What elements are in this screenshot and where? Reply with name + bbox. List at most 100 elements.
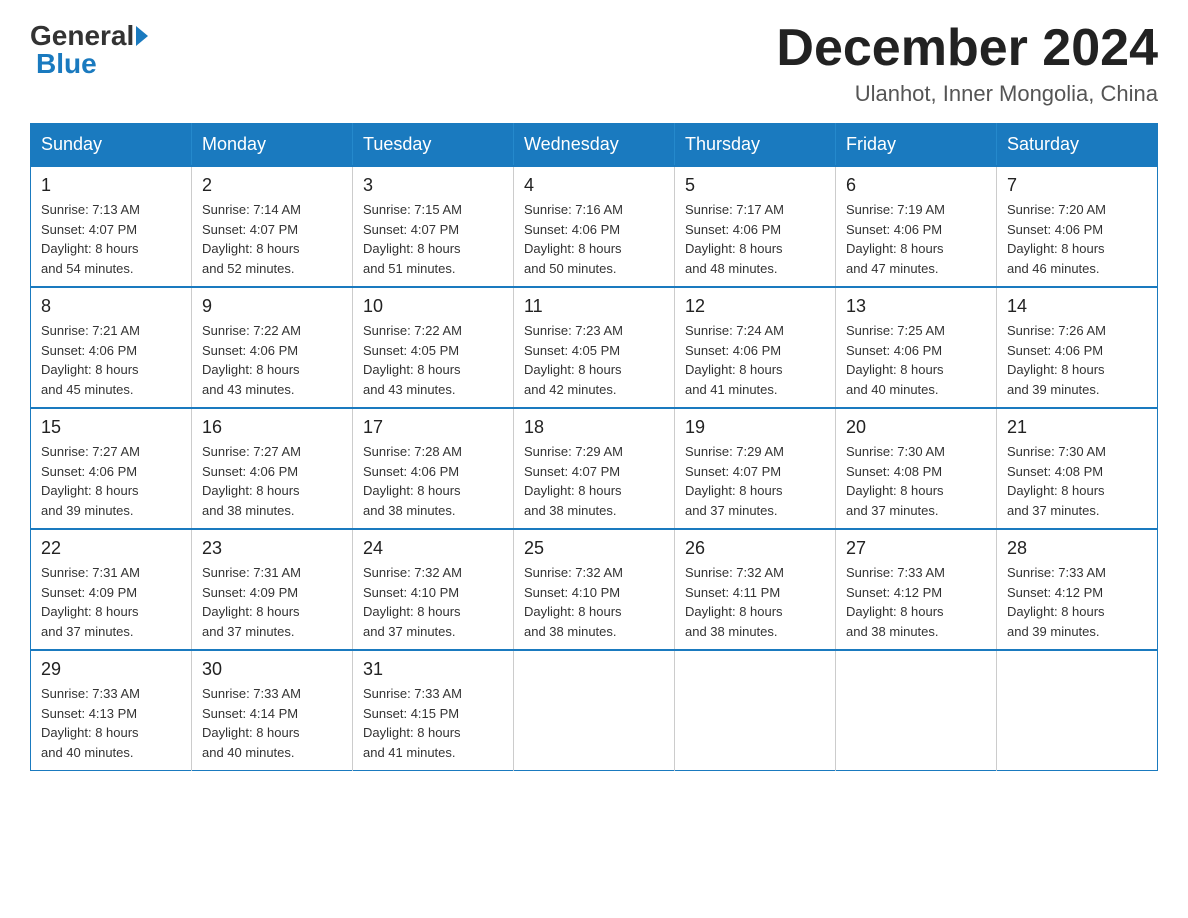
calendar-week-row: 15 Sunrise: 7:27 AMSunset: 4:06 PMDaylig… bbox=[31, 408, 1158, 529]
calendar-cell: 21 Sunrise: 7:30 AMSunset: 4:08 PMDaylig… bbox=[997, 408, 1158, 529]
day-number: 29 bbox=[41, 659, 181, 680]
location-subtitle: Ulanhot, Inner Mongolia, China bbox=[776, 81, 1158, 107]
calendar-cell: 10 Sunrise: 7:22 AMSunset: 4:05 PMDaylig… bbox=[353, 287, 514, 408]
day-info: Sunrise: 7:24 AMSunset: 4:06 PMDaylight:… bbox=[685, 323, 784, 397]
logo-triangle-icon bbox=[136, 26, 148, 46]
weekday-header-tuesday: Tuesday bbox=[353, 124, 514, 167]
calendar-cell: 3 Sunrise: 7:15 AMSunset: 4:07 PMDayligh… bbox=[353, 166, 514, 287]
weekday-header-wednesday: Wednesday bbox=[514, 124, 675, 167]
day-info: Sunrise: 7:19 AMSunset: 4:06 PMDaylight:… bbox=[846, 202, 945, 276]
calendar-cell bbox=[675, 650, 836, 771]
day-number: 28 bbox=[1007, 538, 1147, 559]
day-info: Sunrise: 7:26 AMSunset: 4:06 PMDaylight:… bbox=[1007, 323, 1106, 397]
day-info: Sunrise: 7:32 AMSunset: 4:11 PMDaylight:… bbox=[685, 565, 784, 639]
day-number: 17 bbox=[363, 417, 503, 438]
calendar-cell: 13 Sunrise: 7:25 AMSunset: 4:06 PMDaylig… bbox=[836, 287, 997, 408]
calendar-cell: 15 Sunrise: 7:27 AMSunset: 4:06 PMDaylig… bbox=[31, 408, 192, 529]
day-number: 19 bbox=[685, 417, 825, 438]
day-number: 11 bbox=[524, 296, 664, 317]
day-info: Sunrise: 7:17 AMSunset: 4:06 PMDaylight:… bbox=[685, 202, 784, 276]
day-number: 25 bbox=[524, 538, 664, 559]
day-info: Sunrise: 7:33 AMSunset: 4:12 PMDaylight:… bbox=[846, 565, 945, 639]
calendar-cell: 9 Sunrise: 7:22 AMSunset: 4:06 PMDayligh… bbox=[192, 287, 353, 408]
day-number: 26 bbox=[685, 538, 825, 559]
calendar-cell: 8 Sunrise: 7:21 AMSunset: 4:06 PMDayligh… bbox=[31, 287, 192, 408]
calendar-cell: 12 Sunrise: 7:24 AMSunset: 4:06 PMDaylig… bbox=[675, 287, 836, 408]
weekday-header-friday: Friday bbox=[836, 124, 997, 167]
weekday-header-sunday: Sunday bbox=[31, 124, 192, 167]
calendar-cell: 29 Sunrise: 7:33 AMSunset: 4:13 PMDaylig… bbox=[31, 650, 192, 771]
day-info: Sunrise: 7:23 AMSunset: 4:05 PMDaylight:… bbox=[524, 323, 623, 397]
day-number: 7 bbox=[1007, 175, 1147, 196]
day-number: 20 bbox=[846, 417, 986, 438]
day-info: Sunrise: 7:25 AMSunset: 4:06 PMDaylight:… bbox=[846, 323, 945, 397]
calendar-cell: 22 Sunrise: 7:31 AMSunset: 4:09 PMDaylig… bbox=[31, 529, 192, 650]
calendar-cell: 31 Sunrise: 7:33 AMSunset: 4:15 PMDaylig… bbox=[353, 650, 514, 771]
day-info: Sunrise: 7:16 AMSunset: 4:06 PMDaylight:… bbox=[524, 202, 623, 276]
day-number: 13 bbox=[846, 296, 986, 317]
day-number: 15 bbox=[41, 417, 181, 438]
calendar-cell: 18 Sunrise: 7:29 AMSunset: 4:07 PMDaylig… bbox=[514, 408, 675, 529]
day-number: 12 bbox=[685, 296, 825, 317]
day-number: 14 bbox=[1007, 296, 1147, 317]
calendar-cell: 20 Sunrise: 7:30 AMSunset: 4:08 PMDaylig… bbox=[836, 408, 997, 529]
day-info: Sunrise: 7:33 AMSunset: 4:15 PMDaylight:… bbox=[363, 686, 462, 760]
day-info: Sunrise: 7:29 AMSunset: 4:07 PMDaylight:… bbox=[524, 444, 623, 518]
day-number: 8 bbox=[41, 296, 181, 317]
day-info: Sunrise: 7:32 AMSunset: 4:10 PMDaylight:… bbox=[524, 565, 623, 639]
calendar-cell: 5 Sunrise: 7:17 AMSunset: 4:06 PMDayligh… bbox=[675, 166, 836, 287]
day-number: 6 bbox=[846, 175, 986, 196]
day-info: Sunrise: 7:33 AMSunset: 4:13 PMDaylight:… bbox=[41, 686, 140, 760]
weekday-header-monday: Monday bbox=[192, 124, 353, 167]
logo-blue-text: Blue bbox=[36, 48, 97, 80]
calendar-cell: 19 Sunrise: 7:29 AMSunset: 4:07 PMDaylig… bbox=[675, 408, 836, 529]
day-number: 18 bbox=[524, 417, 664, 438]
day-number: 24 bbox=[363, 538, 503, 559]
calendar-cell: 14 Sunrise: 7:26 AMSunset: 4:06 PMDaylig… bbox=[997, 287, 1158, 408]
day-info: Sunrise: 7:14 AMSunset: 4:07 PMDaylight:… bbox=[202, 202, 301, 276]
day-number: 9 bbox=[202, 296, 342, 317]
calendar-cell: 7 Sunrise: 7:20 AMSunset: 4:06 PMDayligh… bbox=[997, 166, 1158, 287]
calendar-cell: 28 Sunrise: 7:33 AMSunset: 4:12 PMDaylig… bbox=[997, 529, 1158, 650]
day-number: 10 bbox=[363, 296, 503, 317]
weekday-header-saturday: Saturday bbox=[997, 124, 1158, 167]
day-number: 5 bbox=[685, 175, 825, 196]
day-info: Sunrise: 7:27 AMSunset: 4:06 PMDaylight:… bbox=[41, 444, 140, 518]
calendar-cell: 26 Sunrise: 7:32 AMSunset: 4:11 PMDaylig… bbox=[675, 529, 836, 650]
day-number: 22 bbox=[41, 538, 181, 559]
calendar-week-row: 22 Sunrise: 7:31 AMSunset: 4:09 PMDaylig… bbox=[31, 529, 1158, 650]
day-info: Sunrise: 7:13 AMSunset: 4:07 PMDaylight:… bbox=[41, 202, 140, 276]
day-info: Sunrise: 7:33 AMSunset: 4:12 PMDaylight:… bbox=[1007, 565, 1106, 639]
day-info: Sunrise: 7:32 AMSunset: 4:10 PMDaylight:… bbox=[363, 565, 462, 639]
calendar-week-row: 29 Sunrise: 7:33 AMSunset: 4:13 PMDaylig… bbox=[31, 650, 1158, 771]
weekday-header-thursday: Thursday bbox=[675, 124, 836, 167]
calendar-cell: 27 Sunrise: 7:33 AMSunset: 4:12 PMDaylig… bbox=[836, 529, 997, 650]
day-number: 30 bbox=[202, 659, 342, 680]
day-info: Sunrise: 7:15 AMSunset: 4:07 PMDaylight:… bbox=[363, 202, 462, 276]
calendar-table: SundayMondayTuesdayWednesdayThursdayFrid… bbox=[30, 123, 1158, 771]
title-area: December 2024 Ulanhot, Inner Mongolia, C… bbox=[776, 20, 1158, 107]
day-info: Sunrise: 7:22 AMSunset: 4:05 PMDaylight:… bbox=[363, 323, 462, 397]
calendar-cell: 17 Sunrise: 7:28 AMSunset: 4:06 PMDaylig… bbox=[353, 408, 514, 529]
day-info: Sunrise: 7:28 AMSunset: 4:06 PMDaylight:… bbox=[363, 444, 462, 518]
day-number: 16 bbox=[202, 417, 342, 438]
day-info: Sunrise: 7:21 AMSunset: 4:06 PMDaylight:… bbox=[41, 323, 140, 397]
calendar-week-row: 8 Sunrise: 7:21 AMSunset: 4:06 PMDayligh… bbox=[31, 287, 1158, 408]
day-number: 21 bbox=[1007, 417, 1147, 438]
month-title: December 2024 bbox=[776, 20, 1158, 77]
day-number: 4 bbox=[524, 175, 664, 196]
day-info: Sunrise: 7:31 AMSunset: 4:09 PMDaylight:… bbox=[41, 565, 140, 639]
calendar-cell: 24 Sunrise: 7:32 AMSunset: 4:10 PMDaylig… bbox=[353, 529, 514, 650]
day-number: 2 bbox=[202, 175, 342, 196]
day-info: Sunrise: 7:29 AMSunset: 4:07 PMDaylight:… bbox=[685, 444, 784, 518]
calendar-cell: 25 Sunrise: 7:32 AMSunset: 4:10 PMDaylig… bbox=[514, 529, 675, 650]
weekday-header-row: SundayMondayTuesdayWednesdayThursdayFrid… bbox=[31, 124, 1158, 167]
day-info: Sunrise: 7:30 AMSunset: 4:08 PMDaylight:… bbox=[846, 444, 945, 518]
page-header: General Blue December 2024 Ulanhot, Inne… bbox=[30, 20, 1158, 107]
day-info: Sunrise: 7:30 AMSunset: 4:08 PMDaylight:… bbox=[1007, 444, 1106, 518]
day-info: Sunrise: 7:31 AMSunset: 4:09 PMDaylight:… bbox=[202, 565, 301, 639]
day-number: 27 bbox=[846, 538, 986, 559]
calendar-cell: 2 Sunrise: 7:14 AMSunset: 4:07 PMDayligh… bbox=[192, 166, 353, 287]
calendar-cell: 23 Sunrise: 7:31 AMSunset: 4:09 PMDaylig… bbox=[192, 529, 353, 650]
calendar-cell bbox=[997, 650, 1158, 771]
